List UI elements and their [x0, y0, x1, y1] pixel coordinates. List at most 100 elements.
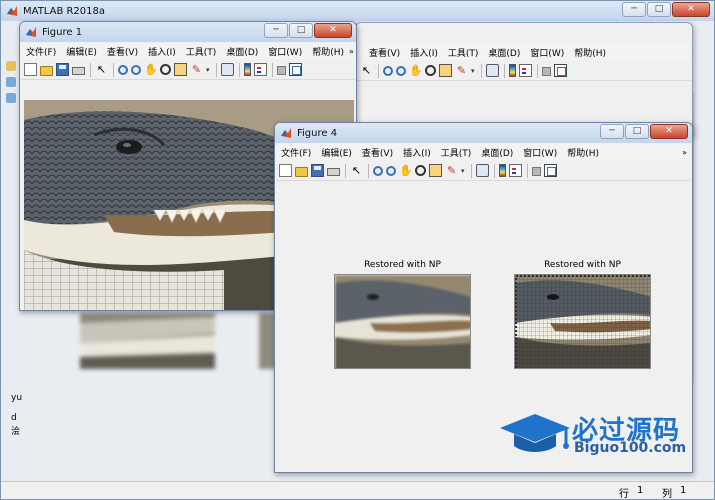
menu-help[interactable]: 帮助(H) [307, 45, 349, 58]
rotate-3d-icon[interactable] [425, 65, 436, 76]
figure4-titlebar[interactable]: Figure 4 ─ □ ✕ [275, 123, 692, 143]
main-maximize-button[interactable]: □ [647, 2, 671, 17]
show-plot-tools-icon[interactable] [288, 63, 302, 76]
pan-hand-icon[interactable]: ✋ [399, 164, 413, 177]
figure1-maximize-button[interactable]: □ [289, 23, 313, 38]
save-icon[interactable] [56, 63, 69, 76]
command-text-3: 浍 [11, 427, 21, 437]
figure1-title: Figure 1 [42, 26, 83, 38]
brush-icon[interactable]: ✎ [445, 164, 458, 177]
menu-window[interactable]: 窗口(W) [525, 46, 569, 59]
link-plot-icon[interactable] [475, 164, 489, 177]
subplot-left-title: Restored with NP [364, 260, 441, 270]
open-file-icon[interactable] [40, 65, 53, 76]
menu-window[interactable]: 窗口(W) [518, 146, 562, 159]
legend-icon[interactable] [508, 164, 522, 177]
brush-dropdown-icon[interactable]: ▾ [206, 66, 210, 74]
colorbar-icon[interactable] [498, 164, 506, 177]
figure4-maximize-button[interactable]: □ [625, 124, 649, 139]
hide-plot-tools-icon[interactable] [541, 67, 551, 76]
menu-insert[interactable]: 插入(I) [143, 45, 181, 58]
brush-icon[interactable]: ✎ [190, 63, 203, 76]
main-close-button[interactable]: ✕ [672, 2, 710, 17]
menu-tools[interactable]: 工具(T) [443, 46, 484, 59]
legend-icon[interactable] [518, 64, 532, 77]
menu-desktop[interactable]: 桌面(D) [476, 146, 518, 159]
menu-insert[interactable]: 插入(I) [398, 146, 436, 159]
zoom-in-icon[interactable] [373, 165, 383, 176]
status-col-label: 列 [662, 489, 672, 500]
matlab-logo-icon [6, 5, 18, 17]
pan-hand-icon[interactable]: ✋ [144, 63, 158, 76]
select-arrow-icon[interactable]: ↖ [95, 63, 108, 76]
menu-desktop[interactable]: 桌面(D) [221, 45, 263, 58]
brush-icon[interactable]: ✎ [455, 64, 468, 77]
figure4-toolbar: ↖ ✋ ✎ ▾ [276, 161, 691, 181]
restored-image-left [334, 274, 471, 369]
menu-help[interactable]: 帮助(H) [562, 146, 604, 159]
figure4-close-button[interactable]: ✕ [650, 124, 688, 139]
pan-hand-icon[interactable]: ✋ [409, 64, 423, 77]
link-plot-icon[interactable] [220, 63, 234, 76]
figure1-matlab-icon [25, 26, 37, 38]
select-arrow-icon[interactable]: ↖ [360, 64, 373, 77]
zoom-in-icon[interactable] [383, 65, 393, 76]
colorbar-icon[interactable] [243, 63, 251, 76]
menu-more-icon[interactable]: » [349, 47, 356, 56]
command-text-1: yu [11, 393, 23, 403]
link-plot-icon[interactable] [485, 64, 499, 77]
print-icon[interactable] [72, 67, 85, 75]
menu-edit[interactable]: 编辑(E) [316, 146, 357, 159]
legend-icon[interactable] [253, 63, 267, 76]
hide-plot-tools-icon[interactable] [276, 66, 286, 75]
figure1-close-button[interactable]: ✕ [314, 23, 352, 38]
command-text-2: d [11, 413, 17, 423]
workspace-icon[interactable] [6, 77, 16, 87]
menu-window[interactable]: 窗口(W) [263, 45, 307, 58]
watermark-url: Biguo100.com [574, 440, 687, 456]
figure1-minimize-button[interactable]: ─ [264, 23, 288, 38]
menu-edit[interactable]: 编辑(E) [61, 45, 102, 58]
save-icon[interactable] [311, 164, 324, 177]
menu-insert[interactable]: 插入(I) [405, 46, 443, 59]
menu-view[interactable]: 查看(V) [364, 46, 405, 59]
colorbar-icon[interactable] [508, 64, 516, 77]
zoom-in-icon[interactable] [118, 64, 128, 75]
menu-tools[interactable]: 工具(T) [181, 45, 222, 58]
zoom-out-icon[interactable] [396, 65, 406, 76]
rotate-3d-icon[interactable] [160, 64, 171, 75]
menu-tools[interactable]: 工具(T) [436, 146, 477, 159]
main-minimize-button[interactable]: ─ [622, 2, 646, 17]
menu-view[interactable]: 查看(V) [102, 45, 143, 58]
status-row-value: 1 [637, 485, 644, 496]
menu-view[interactable]: 查看(V) [357, 146, 398, 159]
data-cursor-icon[interactable] [439, 64, 452, 77]
hide-plot-tools-icon[interactable] [531, 167, 541, 176]
zoom-out-icon[interactable] [386, 165, 396, 176]
print-icon[interactable] [327, 168, 340, 176]
nav-back-icon[interactable] [6, 93, 16, 103]
select-arrow-icon[interactable]: ↖ [350, 164, 363, 177]
data-cursor-icon[interactable] [174, 63, 187, 76]
figure1-toolbar: ↖ ✋ ✎ ▾ [21, 60, 355, 80]
menu-desktop[interactable]: 桌面(D) [483, 46, 525, 59]
zoom-out-icon[interactable] [131, 64, 141, 75]
show-plot-tools-icon[interactable] [543, 164, 557, 177]
brush-dropdown-icon[interactable]: ▾ [461, 167, 465, 175]
new-figure-icon[interactable] [24, 63, 37, 76]
menu-more-icon[interactable]: » [682, 148, 691, 157]
data-cursor-icon[interactable] [429, 164, 442, 177]
show-plot-tools-icon[interactable] [553, 64, 567, 77]
main-titlebar[interactable]: MATLAB R2018a ─ □ ✕ [1, 1, 714, 21]
menu-help[interactable]: 帮助(H) [569, 46, 611, 59]
figure1-titlebar[interactable]: Figure 1 ─ □ ✕ [20, 22, 356, 42]
menu-file[interactable]: 文件(F) [276, 146, 316, 159]
menu-file[interactable]: 文件(F) [21, 45, 61, 58]
open-file-icon[interactable] [295, 166, 308, 177]
folder-icon[interactable] [6, 61, 16, 71]
main-statusbar: 行 1 列 1 [1, 481, 714, 499]
figure4-minimize-button[interactable]: ─ [600, 124, 624, 139]
rotate-3d-icon[interactable] [415, 165, 426, 176]
new-figure-icon[interactable] [279, 164, 292, 177]
brush-dropdown-icon[interactable]: ▾ [471, 67, 475, 75]
